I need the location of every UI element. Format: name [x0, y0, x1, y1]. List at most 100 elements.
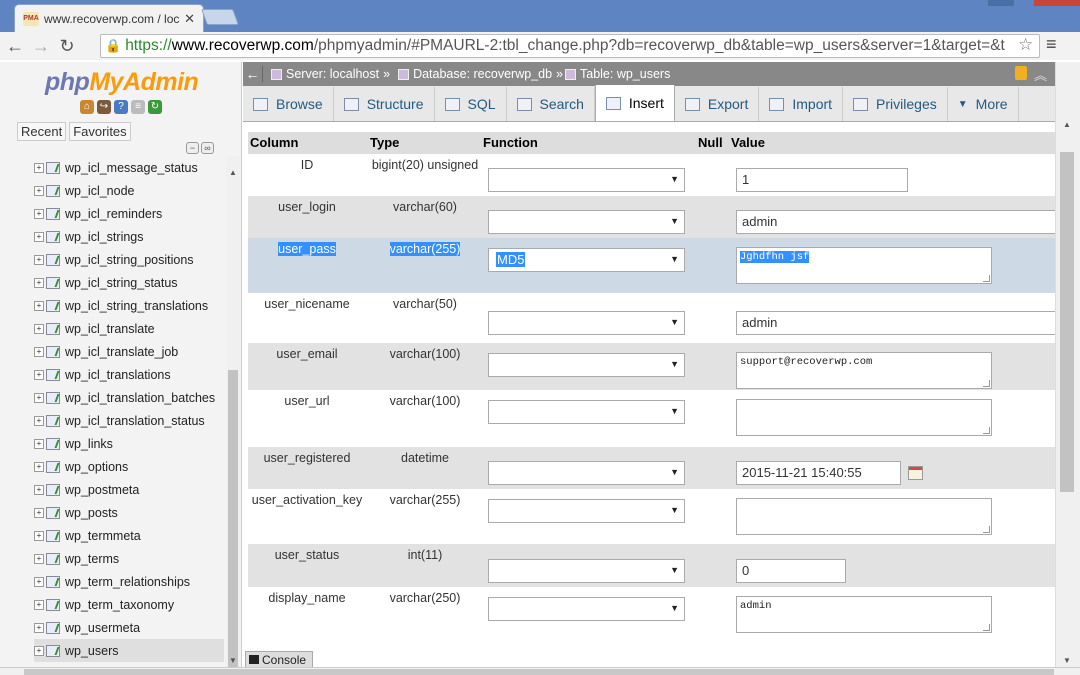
table-icon[interactable]: [46, 184, 60, 197]
sidebar-table-item[interactable]: + wp_term_taxonomy: [34, 593, 226, 616]
forward-arrow-icon[interactable]: →: [30, 36, 52, 57]
sidebar-table-item[interactable]: + wp_termmeta: [34, 524, 226, 547]
expand-icon[interactable]: +: [34, 438, 44, 449]
close-tab-icon[interactable]: ✕: [184, 11, 195, 27]
table-icon[interactable]: [46, 414, 60, 427]
new-tab-button[interactable]: [201, 9, 239, 25]
collapse-panel-icon[interactable]: ←: [243, 66, 263, 82]
sidebar-table-item[interactable]: + wp_icl_node: [34, 179, 226, 202]
table-icon[interactable]: [46, 598, 60, 611]
scrollbar-thumb[interactable]: [228, 370, 238, 668]
sidebar-table-item[interactable]: + wp_posts: [34, 501, 226, 524]
function-select[interactable]: [488, 461, 685, 485]
table-icon[interactable]: [46, 276, 60, 289]
minimize-button[interactable]: [988, 0, 1014, 6]
table-icon[interactable]: [46, 506, 60, 519]
expand-icon[interactable]: +: [34, 599, 44, 610]
table-icon[interactable]: [46, 552, 60, 565]
expand-icon[interactable]: +: [34, 507, 44, 518]
scroll-down-icon[interactable]: ▼: [1063, 656, 1071, 665]
expand-icon[interactable]: +: [34, 300, 44, 311]
table-icon[interactable]: [46, 299, 60, 312]
reload-icon[interactable]: ↻: [56, 36, 78, 57]
value-input[interactable]: 0: [736, 559, 846, 583]
sidebar-table-item[interactable]: + wp_icl_string_translations: [34, 294, 226, 317]
value-input[interactable]: 1: [736, 168, 908, 192]
function-select[interactable]: MD5: [488, 248, 685, 272]
function-select[interactable]: [488, 559, 685, 583]
function-select[interactable]: [488, 400, 685, 424]
logout-icon[interactable]: ↪: [97, 100, 111, 114]
expand-icon[interactable]: +: [34, 323, 44, 334]
browser-tab[interactable]: PMA www.recoverwp.com / loca ✕: [14, 4, 204, 32]
recent-button[interactable]: Recent: [17, 122, 67, 141]
sidebar-table-item[interactable]: + wp_icl_translation_status: [34, 409, 226, 432]
table-icon[interactable]: [46, 437, 60, 450]
tab-structure[interactable]: Structure: [334, 87, 435, 121]
sidebar-table-item[interactable]: + wp_icl_message_status: [34, 156, 226, 179]
browser-menu-icon[interactable]: ≡: [1046, 34, 1057, 55]
value-input[interactable]: admin: [736, 210, 1055, 234]
expand-icon[interactable]: +: [34, 645, 44, 656]
breadcrumb-server[interactable]: Server: localhost: [271, 67, 379, 81]
scrollbar-thumb[interactable]: [1060, 152, 1074, 492]
function-select[interactable]: [488, 168, 685, 192]
expand-icon[interactable]: +: [34, 346, 44, 357]
tab-browse[interactable]: Browse: [243, 87, 334, 121]
expand-icon[interactable]: +: [34, 622, 44, 633]
sidebar-table-item[interactable]: + wp_users: [34, 639, 224, 662]
table-icon[interactable]: [46, 230, 60, 243]
table-icon[interactable]: [46, 345, 60, 358]
function-select[interactable]: [488, 311, 685, 335]
function-select[interactable]: [488, 597, 685, 621]
table-icon[interactable]: [46, 253, 60, 266]
expand-icon[interactable]: +: [34, 484, 44, 495]
expand-icon[interactable]: +: [34, 553, 44, 564]
sidebar-table-item[interactable]: + wp_icl_translate: [34, 317, 226, 340]
function-select[interactable]: [488, 499, 685, 523]
tab-more[interactable]: ▼ More: [948, 87, 1019, 121]
expand-icon[interactable]: +: [34, 185, 44, 196]
sidebar-table-item[interactable]: + wp_usermeta: [34, 616, 226, 639]
reload-navigation-icon[interactable]: ↻: [148, 100, 162, 114]
lock-icon[interactable]: [1015, 66, 1027, 80]
collapse-up-icon[interactable]: ︽: [1034, 65, 1047, 84]
table-icon[interactable]: [46, 207, 60, 220]
expand-icon[interactable]: +: [34, 461, 44, 472]
tab-export[interactable]: Export: [675, 87, 760, 121]
sidebar-table-item[interactable]: + wp_links: [34, 432, 226, 455]
table-icon[interactable]: [46, 644, 60, 657]
value-input[interactable]: admin: [736, 311, 1055, 335]
tab-search[interactable]: Search: [507, 87, 595, 121]
expand-icon[interactable]: +: [34, 162, 44, 173]
help-icon[interactable]: ?: [114, 100, 128, 114]
expand-icon[interactable]: +: [34, 277, 44, 288]
table-icon[interactable]: [46, 575, 60, 588]
scroll-down-icon[interactable]: ▼: [229, 656, 237, 665]
table-icon[interactable]: [46, 322, 60, 335]
navigation-scrollbar[interactable]: ▲ ▼: [226, 156, 240, 671]
favorites-button[interactable]: Favorites: [69, 122, 131, 141]
sidebar-table-item[interactable]: + wp_icl_strings: [34, 225, 226, 248]
breadcrumb-table[interactable]: Table: wp_users: [565, 67, 670, 81]
horizontal-scrollbar[interactable]: [0, 667, 1080, 675]
sidebar-table-item[interactable]: + wp_icl_reminders: [34, 202, 226, 225]
expand-icon[interactable]: +: [34, 415, 44, 426]
expand-icon[interactable]: +: [34, 530, 44, 541]
expand-icon[interactable]: +: [34, 208, 44, 219]
close-window-button[interactable]: [1034, 0, 1080, 6]
table-icon[interactable]: [46, 161, 60, 174]
table-icon[interactable]: [46, 368, 60, 381]
value-textarea[interactable]: support@recoverwp.com: [736, 352, 992, 389]
tab-insert[interactable]: Insert: [594, 85, 675, 121]
expand-icon[interactable]: +: [34, 254, 44, 265]
link-with-main-icon[interactable]: ∞: [201, 142, 214, 154]
sidebar-table-item[interactable]: + wp_icl_translations: [34, 363, 226, 386]
table-icon[interactable]: [46, 621, 60, 634]
scroll-up-icon[interactable]: ▲: [229, 168, 237, 177]
function-select[interactable]: [488, 210, 685, 234]
sidebar-table-item[interactable]: + wp_options: [34, 455, 226, 478]
value-textarea[interactable]: admin: [736, 596, 992, 633]
home-icon[interactable]: ⌂: [80, 100, 94, 114]
sidebar-table-item[interactable]: + wp_postmeta: [34, 478, 226, 501]
